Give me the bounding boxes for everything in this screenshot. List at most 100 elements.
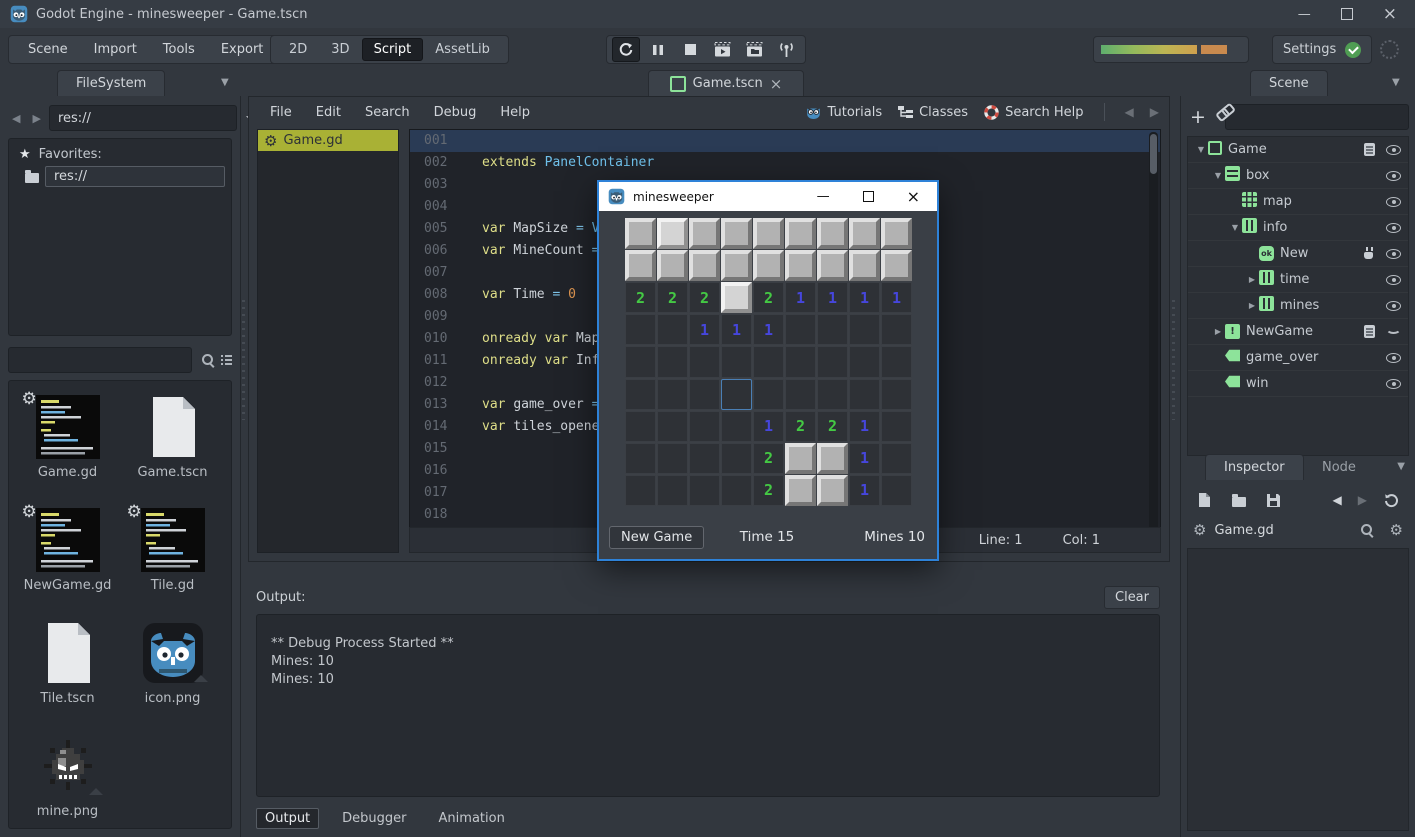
filesystem-dock-menu-icon[interactable]: ▼	[221, 77, 229, 88]
tile-r9c2[interactable]	[657, 475, 688, 506]
tile-r2c8[interactable]	[849, 250, 880, 281]
fs-path-input[interactable]	[49, 105, 237, 131]
file-item-tile.gd[interactable]: ⚙Tile.gd	[120, 508, 225, 593]
tile-r5c4[interactable]	[721, 346, 752, 377]
expander-icon[interactable]: ▼	[1211, 171, 1225, 180]
bottom-tab-output[interactable]: Output	[256, 808, 319, 829]
tile-r4c2[interactable]	[657, 314, 688, 345]
tile-r7c6[interactable]: 2	[785, 411, 816, 442]
tile-r2c5[interactable]	[753, 250, 784, 281]
object-history-icon[interactable]	[1383, 492, 1399, 508]
code-line-001[interactable]: 001	[410, 130, 1160, 152]
tile-r1c2[interactable]	[657, 218, 688, 249]
replay-button[interactable]	[612, 37, 640, 62]
visibility-eye-icon[interactable]	[1385, 298, 1402, 314]
favorite-res-item[interactable]: res://	[9, 164, 231, 189]
tile-r8c7[interactable]	[817, 443, 848, 474]
tile-r3c2[interactable]: 2	[657, 282, 688, 313]
scene-node-info[interactable]: ▼info	[1188, 215, 1408, 241]
menu-tools[interactable]: Tools	[150, 42, 208, 57]
visibility-eye-icon[interactable]	[1385, 220, 1402, 236]
expander-icon[interactable]: ▶	[1245, 275, 1259, 284]
script-menu-search[interactable]: Search	[354, 105, 421, 120]
tile-r5c8[interactable]	[849, 346, 880, 377]
tile-r7c7[interactable]: 2	[817, 411, 848, 442]
tile-r8c9[interactable]	[881, 443, 912, 474]
tile-r3c7[interactable]: 1	[817, 282, 848, 313]
tile-r8c1[interactable]	[625, 443, 656, 474]
tile-r3c5[interactable]: 2	[753, 282, 784, 313]
tile-r5c1[interactable]	[625, 346, 656, 377]
stop-button[interactable]	[676, 37, 704, 62]
tile-r9c9[interactable]	[881, 475, 912, 506]
tile-r7c5[interactable]: 1	[753, 411, 784, 442]
right-splitter[interactable]	[1172, 300, 1175, 420]
tile-r6c9[interactable]	[881, 379, 912, 410]
tile-r2c3[interactable]	[689, 250, 720, 281]
fs-back-icon[interactable]: ◀	[8, 112, 24, 125]
expander-icon[interactable]: ▼	[1228, 223, 1242, 232]
tile-r4c5[interactable]: 1	[753, 314, 784, 345]
tile-r7c9[interactable]	[881, 411, 912, 442]
scene-filter-input[interactable]	[1225, 104, 1409, 130]
file-item-tile.tscn[interactable]: Tile.tscn	[15, 621, 120, 706]
play-custom-scene-button[interactable]	[740, 37, 768, 62]
scene-node-newgame[interactable]: ▶!NewGame	[1188, 319, 1408, 345]
edited-resource-row[interactable]: ⚙ Game.gd ⚙	[1187, 518, 1409, 542]
tile-r1c7[interactable]	[817, 218, 848, 249]
tile-r4c8[interactable]	[849, 314, 880, 345]
scene-dock-menu-icon[interactable]: ▼	[1392, 77, 1400, 88]
tile-r2c4[interactable]	[721, 250, 752, 281]
tile-r2c1[interactable]	[625, 250, 656, 281]
tile-r4c9[interactable]	[881, 314, 912, 345]
scene-node-mines[interactable]: ▶mines	[1188, 293, 1408, 319]
tile-r3c4[interactable]	[721, 282, 752, 313]
tile-r7c1[interactable]	[625, 411, 656, 442]
tile-r9c3[interactable]	[689, 475, 720, 506]
tile-r5c9[interactable]	[881, 346, 912, 377]
play-scene-button[interactable]	[708, 37, 736, 62]
tile-r4c1[interactable]	[625, 314, 656, 345]
tile-r3c9[interactable]: 1	[881, 282, 912, 313]
minesweeper-titlebar[interactable]: minesweeper — ×	[599, 182, 937, 211]
tile-r4c3[interactable]: 1	[689, 314, 720, 345]
tile-r3c8[interactable]: 1	[849, 282, 880, 313]
tile-r4c4[interactable]: 1	[721, 314, 752, 345]
fs-search-icon[interactable]	[201, 353, 212, 367]
tab-game-tscn[interactable]: Game.tscn ×	[648, 70, 804, 96]
tile-r8c5[interactable]: 2	[753, 443, 784, 474]
fs-forward-icon[interactable]: ▶	[28, 112, 44, 125]
tile-r7c8[interactable]: 1	[849, 411, 880, 442]
tab-node[interactable]: Node	[1303, 454, 1375, 480]
tile-r6c7[interactable]	[817, 379, 848, 410]
tile-r3c6[interactable]: 1	[785, 282, 816, 313]
script-menu-edit[interactable]: Edit	[305, 105, 352, 120]
deploy-remote-debug-button[interactable]	[772, 37, 800, 62]
help-link-classes[interactable]: Classes	[898, 105, 968, 120]
help-link-search-help[interactable]: Search Help	[984, 105, 1083, 120]
load-resource-icon[interactable]	[1232, 497, 1246, 507]
tile-r2c9[interactable]	[881, 250, 912, 281]
scene-node-map[interactable]: map	[1188, 189, 1408, 215]
tile-r1c8[interactable]	[849, 218, 880, 249]
file-item-icon.png[interactable]: icon.png	[120, 621, 225, 706]
file-item-newgame.gd[interactable]: ⚙NewGame.gd	[15, 508, 120, 593]
mode-tab-script[interactable]: Script	[362, 38, 424, 61]
tile-r1c3[interactable]	[689, 218, 720, 249]
script-nav-forward-icon[interactable]: ▶	[1150, 105, 1159, 120]
tile-r5c3[interactable]	[689, 346, 720, 377]
tile-r6c8[interactable]	[849, 379, 880, 410]
bottom-tab-animation[interactable]: Animation	[430, 808, 514, 829]
tile-r2c2[interactable]	[657, 250, 688, 281]
tile-r8c2[interactable]	[657, 443, 688, 474]
tile-r6c1[interactable]	[625, 379, 656, 410]
code-line-002[interactable]: 002extends PanelContainer	[410, 152, 1160, 174]
window-minimize-button[interactable]: —	[1298, 7, 1311, 22]
tile-r7c4[interactable]	[721, 411, 752, 442]
open-script-game.gd[interactable]: ⚙Game.gd	[258, 130, 398, 151]
tile-r8c3[interactable]	[689, 443, 720, 474]
script-nav-back-icon[interactable]: ◀	[1125, 105, 1134, 120]
window-close-button[interactable]: ×	[1383, 4, 1397, 24]
tab-scene-dock[interactable]: Scene	[1250, 70, 1328, 96]
inspector-search-icon[interactable]	[1360, 523, 1374, 537]
